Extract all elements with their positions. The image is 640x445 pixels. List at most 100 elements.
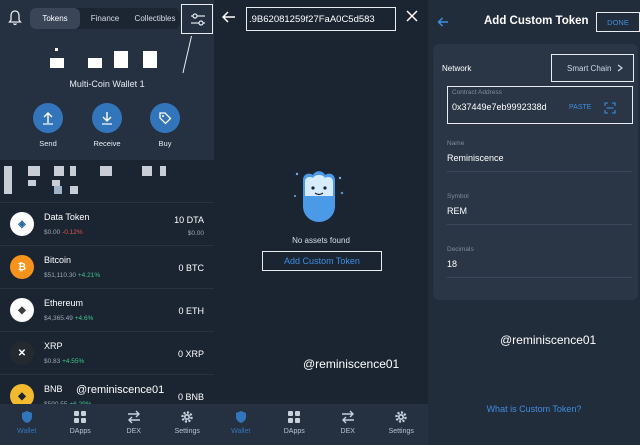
paste-button[interactable]: PASTE <box>569 104 591 111</box>
asset-balance: 0 XRP <box>177 349 204 359</box>
shield-icon <box>21 411 32 423</box>
bitcoin-logo-icon: ₿ <box>10 255 34 279</box>
done-button[interactable]: DONE <box>596 12 640 32</box>
watermark: @reminiscence01 <box>303 357 400 371</box>
nav-wallet[interactable]: Wallet <box>0 404 54 445</box>
chevron-right-icon <box>617 64 623 72</box>
asset-name: XRP <box>44 341 63 351</box>
receive-button[interactable]: Receive <box>87 103 127 148</box>
wallet-header: Tokens Finance Collectibles Multi-Coin W… <box>0 0 214 160</box>
asset-balance: 0 BTC <box>178 263 204 273</box>
network-label: Network <box>442 64 472 73</box>
asset-name: Bitcoin <box>44 255 72 265</box>
nav-label: Settings <box>174 428 200 435</box>
nav-label: Wallet <box>231 428 251 435</box>
bottom-nav: Wallet DApps DEX Settings <box>214 404 428 445</box>
network-value: Smart Chain <box>567 63 612 73</box>
search-screen: .9B62081259f27FaA0C5d583 No assets found… <box>214 0 428 445</box>
nav-label: DEX <box>340 428 355 435</box>
gear-icon <box>181 411 193 423</box>
decimals-value: 18 <box>447 259 458 269</box>
grid-icon <box>288 411 301 423</box>
swap-icon <box>127 410 140 424</box>
gear-icon <box>395 411 407 423</box>
xrp-logo-icon: ✕ <box>10 341 34 365</box>
receive-label: Receive <box>93 139 121 148</box>
arrow-up-icon <box>43 112 53 125</box>
contract-address-field[interactable]: Contract Address 0x37449e7eb9992338d PAS… <box>447 86 633 124</box>
tab-finance[interactable]: Finance <box>80 8 130 29</box>
buy-button[interactable]: Buy <box>145 103 185 148</box>
shield-icon <box>235 411 246 423</box>
nav-dex[interactable]: DEX <box>107 404 161 445</box>
nav-settings[interactable]: Settings <box>161 404 215 445</box>
wallet-name[interactable]: Multi-Coin Wallet 1 <box>0 79 214 89</box>
nav-label: Settings <box>388 428 414 435</box>
asset-fiat-value: $0.00 <box>187 230 204 237</box>
asset-name: BNB <box>44 384 63 394</box>
asset-row-ethereum[interactable]: ◆ Ethereum $4,365.49 +4.6% 0 ETH <box>0 288 214 330</box>
symbol-label: Symbol <box>447 193 469 200</box>
data-token-logo-icon: ◈ <box>10 212 34 236</box>
close-icon[interactable] <box>406 10 418 22</box>
wallet-screen: Tokens Finance Collectibles Multi-Coin W… <box>0 0 214 445</box>
asset-row-xrp[interactable]: ✕ XRP $0.83 +4.55% 0 XRP <box>0 331 214 373</box>
asset-balance: 0 ETH <box>178 306 204 316</box>
asset-price: $4,365.49 +4.6% <box>44 315 94 322</box>
send-label: Send <box>39 139 57 148</box>
nav-label: DApps <box>283 428 305 435</box>
back-arrow-icon[interactable] <box>437 16 449 28</box>
asset-tabs: Tokens Finance Collectibles <box>30 8 180 29</box>
contract-address-label: Contract Address <box>452 89 502 96</box>
bell-icon[interactable] <box>8 10 22 26</box>
nav-label: DEX <box>126 428 141 435</box>
symbol-value: REM <box>447 206 467 216</box>
asset-price: $51,110.30 +4.21% <box>44 272 101 279</box>
asset-row-bitcoin[interactable]: ₿ Bitcoin $51,110.30 +4.21% 0 BTC <box>0 245 214 287</box>
scan-qr-icon[interactable] <box>604 102 616 114</box>
tab-tokens[interactable]: Tokens <box>30 8 80 29</box>
name-label: Name <box>447 140 465 147</box>
add-custom-token-screen: Add Custom Token DONE Network Smart Chai… <box>428 0 640 445</box>
nav-dapps[interactable]: DApps <box>54 404 108 445</box>
tag-icon <box>159 112 172 125</box>
nav-wallet[interactable]: Wallet <box>214 404 268 445</box>
asset-row-data-token[interactable]: ◈ Data Token $0.00 -0.12% 10 DTA $0.00 <box>0 202 214 244</box>
asset-price: $0.00 -0.12% <box>44 229 83 236</box>
sliders-icon <box>191 13 205 26</box>
grid-icon <box>74 411 87 423</box>
asset-balance: 0 BNB <box>177 392 204 402</box>
add-custom-token-button[interactable]: Add Custom Token <box>262 251 382 271</box>
back-arrow-icon[interactable] <box>222 11 236 23</box>
nav-label: DApps <box>69 428 91 435</box>
nav-dex[interactable]: DEX <box>321 404 375 445</box>
watermark: @reminiscence01 <box>500 333 597 347</box>
page-title: Add Custom Token <box>484 15 589 27</box>
asset-name: Ethereum <box>44 298 84 308</box>
name-value: Reminiscence <box>447 153 504 163</box>
ethereum-logo-icon: ◆ <box>10 298 34 322</box>
nav-label: Wallet <box>17 428 37 435</box>
empty-state-text: No assets found <box>292 236 350 245</box>
search-input[interactable]: .9B62081259f27FaA0C5d583 <box>246 7 396 31</box>
nav-dapps[interactable]: DApps <box>268 404 322 445</box>
send-button[interactable]: Send <box>28 103 68 148</box>
symbol-field[interactable]: Symbol REM <box>447 193 632 225</box>
what-is-custom-token-link[interactable]: What is Custom Token? <box>428 404 640 414</box>
decimals-field[interactable]: Decimals 18 <box>447 246 632 278</box>
decimals-label: Decimals <box>447 246 474 253</box>
name-field[interactable]: Name Reminiscence <box>447 140 632 172</box>
watermark: @reminiscence01 <box>76 384 165 396</box>
token-form: Network Smart Chain Contract Address 0x3… <box>433 44 638 300</box>
filter-button[interactable] <box>181 4 213 34</box>
asset-balance: 10 DTA <box>174 215 204 225</box>
arrow-down-icon <box>102 112 112 125</box>
bottom-nav: Wallet DApps DEX Settings <box>0 404 214 445</box>
asset-name: Data Token <box>44 212 90 222</box>
swap-icon <box>341 410 354 424</box>
nav-settings[interactable]: Settings <box>375 404 429 445</box>
buy-label: Buy <box>158 139 172 148</box>
tab-collectibles[interactable]: Collectibles <box>130 8 180 29</box>
asset-price: $0.83 +4.55% <box>44 358 85 365</box>
annotation-line <box>182 35 192 74</box>
